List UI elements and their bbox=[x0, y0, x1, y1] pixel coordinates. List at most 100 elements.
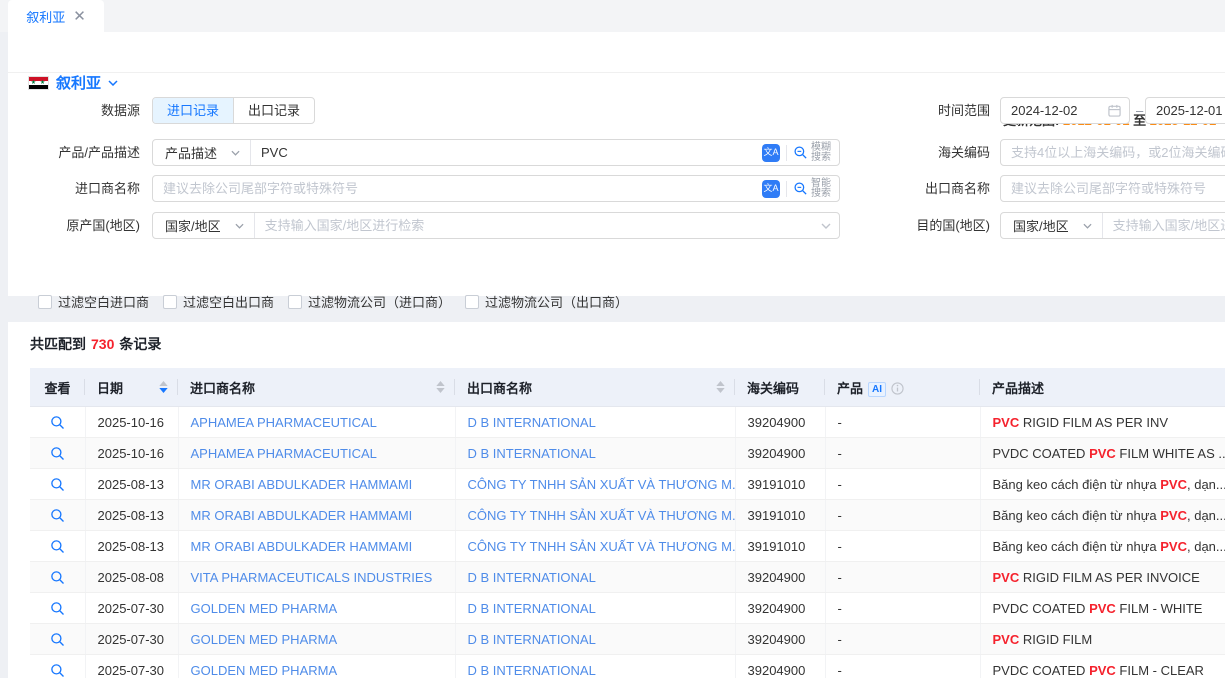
description-text: PVDC COATED bbox=[993, 446, 1090, 461]
checkbox[interactable] bbox=[288, 295, 302, 309]
exporter-link[interactable]: D B INTERNATIONAL bbox=[468, 415, 596, 430]
toggle-import-records[interactable]: 进口记录 bbox=[153, 98, 233, 123]
checkbox[interactable] bbox=[38, 295, 52, 309]
importer-link[interactable]: GOLDEN MED PHARMA bbox=[191, 663, 338, 678]
exporter-field[interactable] bbox=[1001, 181, 1225, 196]
view-record-button[interactable] bbox=[50, 415, 65, 430]
date-to-input[interactable] bbox=[1145, 97, 1225, 124]
tab-syria[interactable]: 叙利亚 ✕ bbox=[8, 0, 104, 32]
sort-date-button[interactable] bbox=[159, 381, 168, 393]
info-icon[interactable] bbox=[891, 382, 904, 395]
date-cell: 2025-08-13 bbox=[85, 469, 178, 500]
hs-code-input[interactable] bbox=[1000, 139, 1225, 166]
importer-link[interactable]: MR ORABI ABDULKADER HAMMAMI bbox=[191, 477, 413, 492]
view-record-button[interactable] bbox=[50, 601, 65, 616]
origin-search-input[interactable] bbox=[255, 218, 821, 233]
exporter-link[interactable]: D B INTERNATIONAL bbox=[468, 570, 596, 585]
importer-cell: MR ORABI ABDULKADER HAMMAMI bbox=[178, 500, 455, 531]
product-cell: - bbox=[825, 469, 980, 500]
calendar-icon[interactable] bbox=[1108, 104, 1121, 117]
view-magnifier-icon bbox=[50, 508, 65, 523]
toggle-export-records[interactable]: 出口记录 bbox=[233, 98, 314, 123]
view-record-button[interactable] bbox=[50, 632, 65, 647]
checkbox-label: 过滤物流公司（进口商） bbox=[308, 292, 451, 311]
checkbox[interactable] bbox=[465, 295, 479, 309]
exporter-link[interactable]: D B INTERNATIONAL bbox=[468, 663, 596, 678]
exporter-link[interactable]: CÔNG TY TNHH SẢN XUẤT VÀ THƯƠNG M... bbox=[468, 539, 736, 554]
importer-link[interactable]: GOLDEN MED PHARMA bbox=[191, 632, 338, 647]
importer-link[interactable]: MR ORABI ABDULKADER HAMMAMI bbox=[191, 539, 413, 554]
description-text: RIGID FILM bbox=[1019, 632, 1092, 647]
description-text: RIGID FILM AS PER INV bbox=[1019, 415, 1168, 430]
origin-country-select-value: 国家/地区 bbox=[165, 216, 221, 235]
sort-importer-button[interactable] bbox=[436, 381, 445, 393]
view-record-button[interactable] bbox=[50, 570, 65, 585]
filter-checkbox-item[interactable]: 过滤物流公司（出口商） bbox=[465, 292, 628, 311]
description-text: PVDC COATED bbox=[993, 601, 1090, 616]
divider bbox=[786, 181, 787, 197]
exporter-link[interactable]: D B INTERNATIONAL bbox=[468, 601, 596, 616]
product-field-select[interactable]: 产品描述 bbox=[153, 140, 251, 165]
description-text: Băng keo cách điện từ nhựa bbox=[993, 539, 1161, 554]
view-record-button[interactable] bbox=[50, 539, 65, 554]
product-search-input[interactable] bbox=[251, 145, 762, 160]
product-field-select-value: 产品描述 bbox=[165, 143, 217, 162]
product-cell: - bbox=[825, 562, 980, 593]
description-cell: Băng keo cách điện từ nhựa PVC, dạn... bbox=[980, 500, 1225, 531]
syria-flag-icon: ★ ★ bbox=[28, 76, 49, 90]
importer-link[interactable]: APHAMEA PHARMACEUTICAL bbox=[191, 446, 377, 461]
hs-code-cell: 39204900 bbox=[735, 407, 825, 438]
view-cell bbox=[30, 438, 85, 469]
checkbox-label: 过滤空白出口商 bbox=[183, 292, 274, 311]
country-selector[interactable]: ★ ★ 叙利亚 bbox=[28, 72, 118, 93]
importer-search-input[interactable] bbox=[153, 181, 762, 196]
origin-country-select[interactable]: 国家/地区 bbox=[153, 213, 255, 238]
highlight-keyword: PVC bbox=[1160, 477, 1187, 492]
destination-search-input[interactable] bbox=[1103, 218, 1225, 233]
translate-icon[interactable]: 文A bbox=[762, 144, 780, 162]
filter-checkbox-item[interactable]: 过滤空白进口商 bbox=[38, 292, 149, 311]
importer-input-group: 文A 智能搜索 bbox=[152, 175, 840, 202]
description-text: Băng keo cách điện từ nhựa bbox=[993, 477, 1161, 492]
view-magnifier-icon bbox=[50, 446, 65, 461]
view-magnifier-icon bbox=[50, 632, 65, 647]
date-from-value[interactable] bbox=[1001, 103, 1108, 118]
tab-close-icon[interactable]: ✕ bbox=[73, 9, 86, 24]
description-cell: PVC RIGID FILM bbox=[980, 624, 1225, 655]
exporter-input[interactable] bbox=[1000, 175, 1225, 202]
filter-checkbox-item[interactable]: 过滤空白出口商 bbox=[163, 292, 274, 311]
date-to-value[interactable] bbox=[1146, 103, 1225, 118]
exporter-cell: D B INTERNATIONAL bbox=[455, 624, 735, 655]
importer-link[interactable]: VITA PHARMACEUTICALS INDUSTRIES bbox=[191, 570, 433, 585]
checkbox[interactable] bbox=[163, 295, 177, 309]
sort-exporter-button[interactable] bbox=[716, 381, 725, 393]
view-record-button[interactable] bbox=[50, 663, 65, 678]
date-from-input[interactable] bbox=[1000, 97, 1130, 124]
view-magnifier-icon bbox=[50, 477, 65, 492]
exporter-link[interactable]: D B INTERNATIONAL bbox=[468, 446, 596, 461]
hs-code-field[interactable] bbox=[1001, 145, 1225, 160]
exporter-link[interactable]: CÔNG TY TNHH SẢN XUẤT VÀ THƯƠNG M... bbox=[468, 477, 736, 492]
description-text: RIGID FILM AS PER INVOICE bbox=[1019, 570, 1200, 585]
table-header-row: 查看 日期 进口商名称 bbox=[30, 368, 1225, 407]
view-record-button[interactable] bbox=[50, 508, 65, 523]
filter-checkbox-row: 过滤空白进口商 过滤空白出口商 过滤物流公司（进口商） 过滤物流公司（出口商） bbox=[38, 292, 628, 311]
importer-link[interactable]: APHAMEA PHARMACEUTICAL bbox=[191, 415, 377, 430]
filter-checkbox-item[interactable]: 过滤物流公司（进口商） bbox=[288, 292, 451, 311]
description-cell: PVDC COATED PVC FILM - CLEAR bbox=[980, 655, 1225, 678]
chevron-down-icon bbox=[821, 223, 831, 229]
exporter-link[interactable]: D B INTERNATIONAL bbox=[468, 632, 596, 647]
caret-down-icon bbox=[716, 388, 725, 393]
exporter-link[interactable]: CÔNG TY TNHH SẢN XUẤT VÀ THƯƠNG M... bbox=[468, 508, 736, 523]
destination-country-select[interactable]: 国家/地区 bbox=[1001, 213, 1103, 238]
translate-icon[interactable]: 文A bbox=[762, 180, 780, 198]
view-record-button[interactable] bbox=[50, 477, 65, 492]
importer-link[interactable]: MR ORABI ABDULKADER HAMMAMI bbox=[191, 508, 413, 523]
hs-code-cell: 39204900 bbox=[735, 593, 825, 624]
view-record-button[interactable] bbox=[50, 446, 65, 461]
destination-input-group: 国家/地区 bbox=[1000, 212, 1225, 239]
fuzzy-search-button[interactable]: 模糊搜索 bbox=[793, 143, 831, 163]
table-row: 2025-10-16APHAMEA PHARMACEUTICALD B INTE… bbox=[30, 438, 1225, 469]
importer-link[interactable]: GOLDEN MED PHARMA bbox=[191, 601, 338, 616]
smart-search-button[interactable]: 智能搜索 bbox=[793, 179, 831, 199]
